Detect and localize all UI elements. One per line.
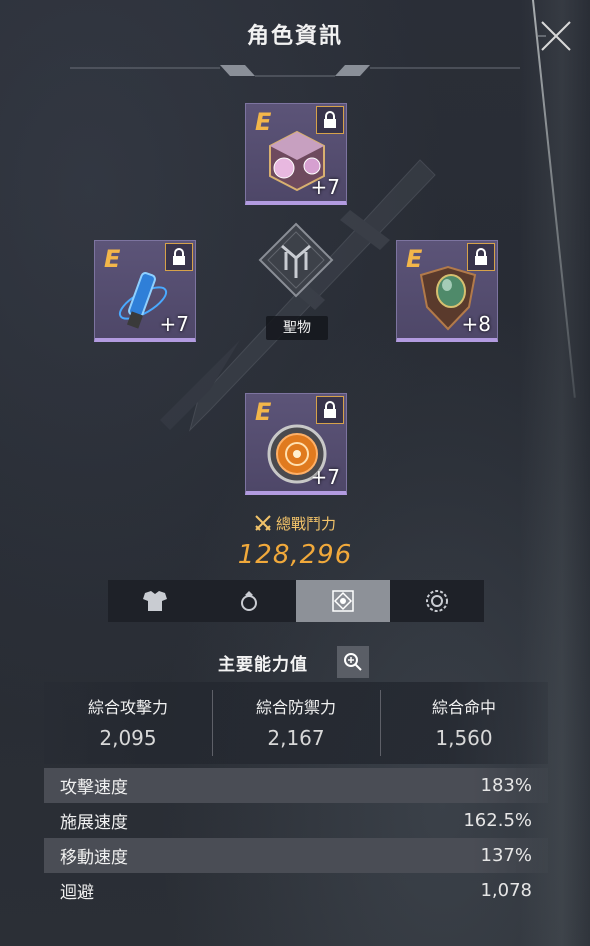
stat-row-name: 施展速度	[60, 813, 128, 833]
main-stats-title: 主要能力值	[218, 655, 308, 675]
ring-icon	[241, 591, 257, 611]
lock-button[interactable]	[316, 106, 344, 134]
main-stats-header: 主要能力值	[0, 646, 590, 678]
relic-label: 聖物	[266, 316, 328, 340]
total-power-text: 總戰鬥力	[275, 515, 336, 533]
lock-icon	[324, 111, 336, 128]
lock-button[interactable]	[165, 243, 193, 271]
stat-row-value: 162.5%	[463, 810, 532, 831]
grade-label: E	[406, 245, 423, 273]
title-divider	[70, 65, 520, 77]
crossed-swords-icon	[255, 515, 271, 531]
stat-detail-button[interactable]	[337, 646, 369, 678]
grade-label: E	[255, 108, 272, 136]
stat-value: 1,560	[435, 726, 493, 750]
stat-row-value: 137%	[480, 845, 532, 866]
stat-row-value: 183%	[480, 775, 532, 796]
lock-button[interactable]	[316, 396, 344, 424]
lock-button[interactable]	[467, 243, 495, 271]
relic-slot-right[interactable]: E +8	[396, 240, 498, 342]
total-power-value: 128,296	[237, 540, 353, 570]
stat-row: 攻擊速度 183%	[44, 768, 548, 803]
tab-relic[interactable]	[296, 580, 390, 622]
grade-label: E	[255, 398, 272, 426]
stat-row-name: 移動速度	[60, 848, 128, 868]
armor-icon	[143, 591, 167, 611]
stat-defense: 綜合防禦力 2,167	[212, 682, 380, 764]
stat-row-value: 1,078	[480, 880, 532, 901]
enhance-level: +8	[461, 312, 491, 336]
tab-armor[interactable]	[108, 580, 202, 622]
stat-attack: 綜合攻擊力 2,095	[44, 682, 212, 764]
relic-emblem-icon	[258, 222, 334, 298]
relic-slot-left[interactable]: E +7	[94, 240, 196, 342]
enhance-level: +7	[310, 465, 340, 489]
close-button[interactable]	[536, 16, 576, 56]
stat-value: 2,095	[99, 726, 157, 750]
relic-icon	[332, 590, 354, 612]
lock-icon	[324, 401, 336, 418]
stat-row: 迴避 1,078	[44, 873, 548, 908]
stat-rows: 攻擊速度 183% 施展速度 162.5% 移動速度 137% 迴避 1,078	[44, 768, 548, 908]
stat-accuracy: 綜合命中 1,560	[380, 682, 548, 764]
enhance-level: +7	[159, 312, 189, 336]
lock-icon	[475, 248, 487, 265]
lock-icon	[173, 248, 185, 265]
stat-value: 2,167	[267, 726, 325, 750]
stat-name: 綜合命中	[431, 698, 496, 717]
stat-row-name: 攻擊速度	[60, 778, 128, 798]
tab-accessory[interactable]	[202, 580, 296, 622]
main-stats-panel: 綜合攻擊力 2,095 綜合防禦力 2,167 綜合命中 1,560	[44, 682, 548, 764]
stat-row: 施展速度 162.5%	[44, 803, 548, 838]
relic-slot-bottom[interactable]: E +7	[245, 393, 347, 495]
enhance-level: +7	[310, 175, 340, 199]
stat-row-name: 迴避	[60, 883, 94, 903]
equipment-tabs	[108, 580, 484, 622]
stat-row: 移動速度 137%	[44, 838, 548, 873]
grade-label: E	[104, 245, 121, 273]
relic-slot-top[interactable]: E +7	[245, 103, 347, 205]
page-title: 角色資訊	[246, 24, 343, 49]
tab-gear[interactable]	[390, 580, 484, 622]
total-power-label: 總戰鬥力	[0, 513, 590, 534]
stat-name: 綜合防禦力	[255, 698, 336, 717]
gear-icon	[426, 590, 448, 612]
zoom-in-icon	[344, 653, 362, 671]
close-icon	[538, 21, 571, 51]
stat-name: 綜合攻擊力	[87, 698, 168, 717]
